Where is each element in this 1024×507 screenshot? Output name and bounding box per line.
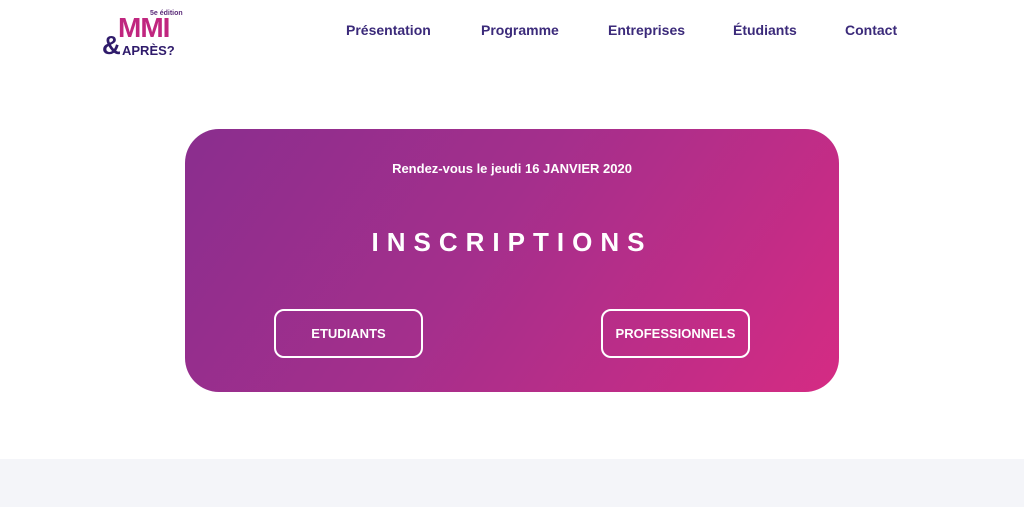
registration-card: Rendez-vous le jeudi 16 JANVIER 2020 INS… bbox=[185, 129, 839, 392]
site-header: 5e édition MMI & APRÈS? Présentation Pro… bbox=[0, 0, 1024, 64]
footer-band bbox=[0, 459, 1024, 507]
event-date: Rendez-vous le jeudi 16 JANVIER 2020 bbox=[392, 161, 632, 176]
logo-mmi-text: MMI bbox=[118, 12, 170, 43]
nav-item-contact[interactable]: Contact bbox=[845, 22, 897, 38]
nav-item-programme[interactable]: Programme bbox=[481, 22, 559, 38]
logo-ampersand: & bbox=[102, 30, 121, 60]
page-title: INSCRIPTIONS bbox=[371, 227, 653, 257]
nav-item-presentation[interactable]: Présentation bbox=[346, 22, 431, 38]
nav-item-entreprises[interactable]: Entreprises bbox=[608, 22, 685, 38]
students-register-button[interactable]: ETUDIANTS bbox=[274, 309, 423, 358]
logo-apres-text: APRÈS? bbox=[122, 43, 175, 58]
professionals-register-button[interactable]: PROFESSIONNELS bbox=[601, 309, 750, 358]
nav-item-etudiants[interactable]: Étudiants bbox=[733, 22, 797, 38]
site-logo[interactable]: 5e édition MMI & APRÈS? bbox=[102, 10, 188, 58]
